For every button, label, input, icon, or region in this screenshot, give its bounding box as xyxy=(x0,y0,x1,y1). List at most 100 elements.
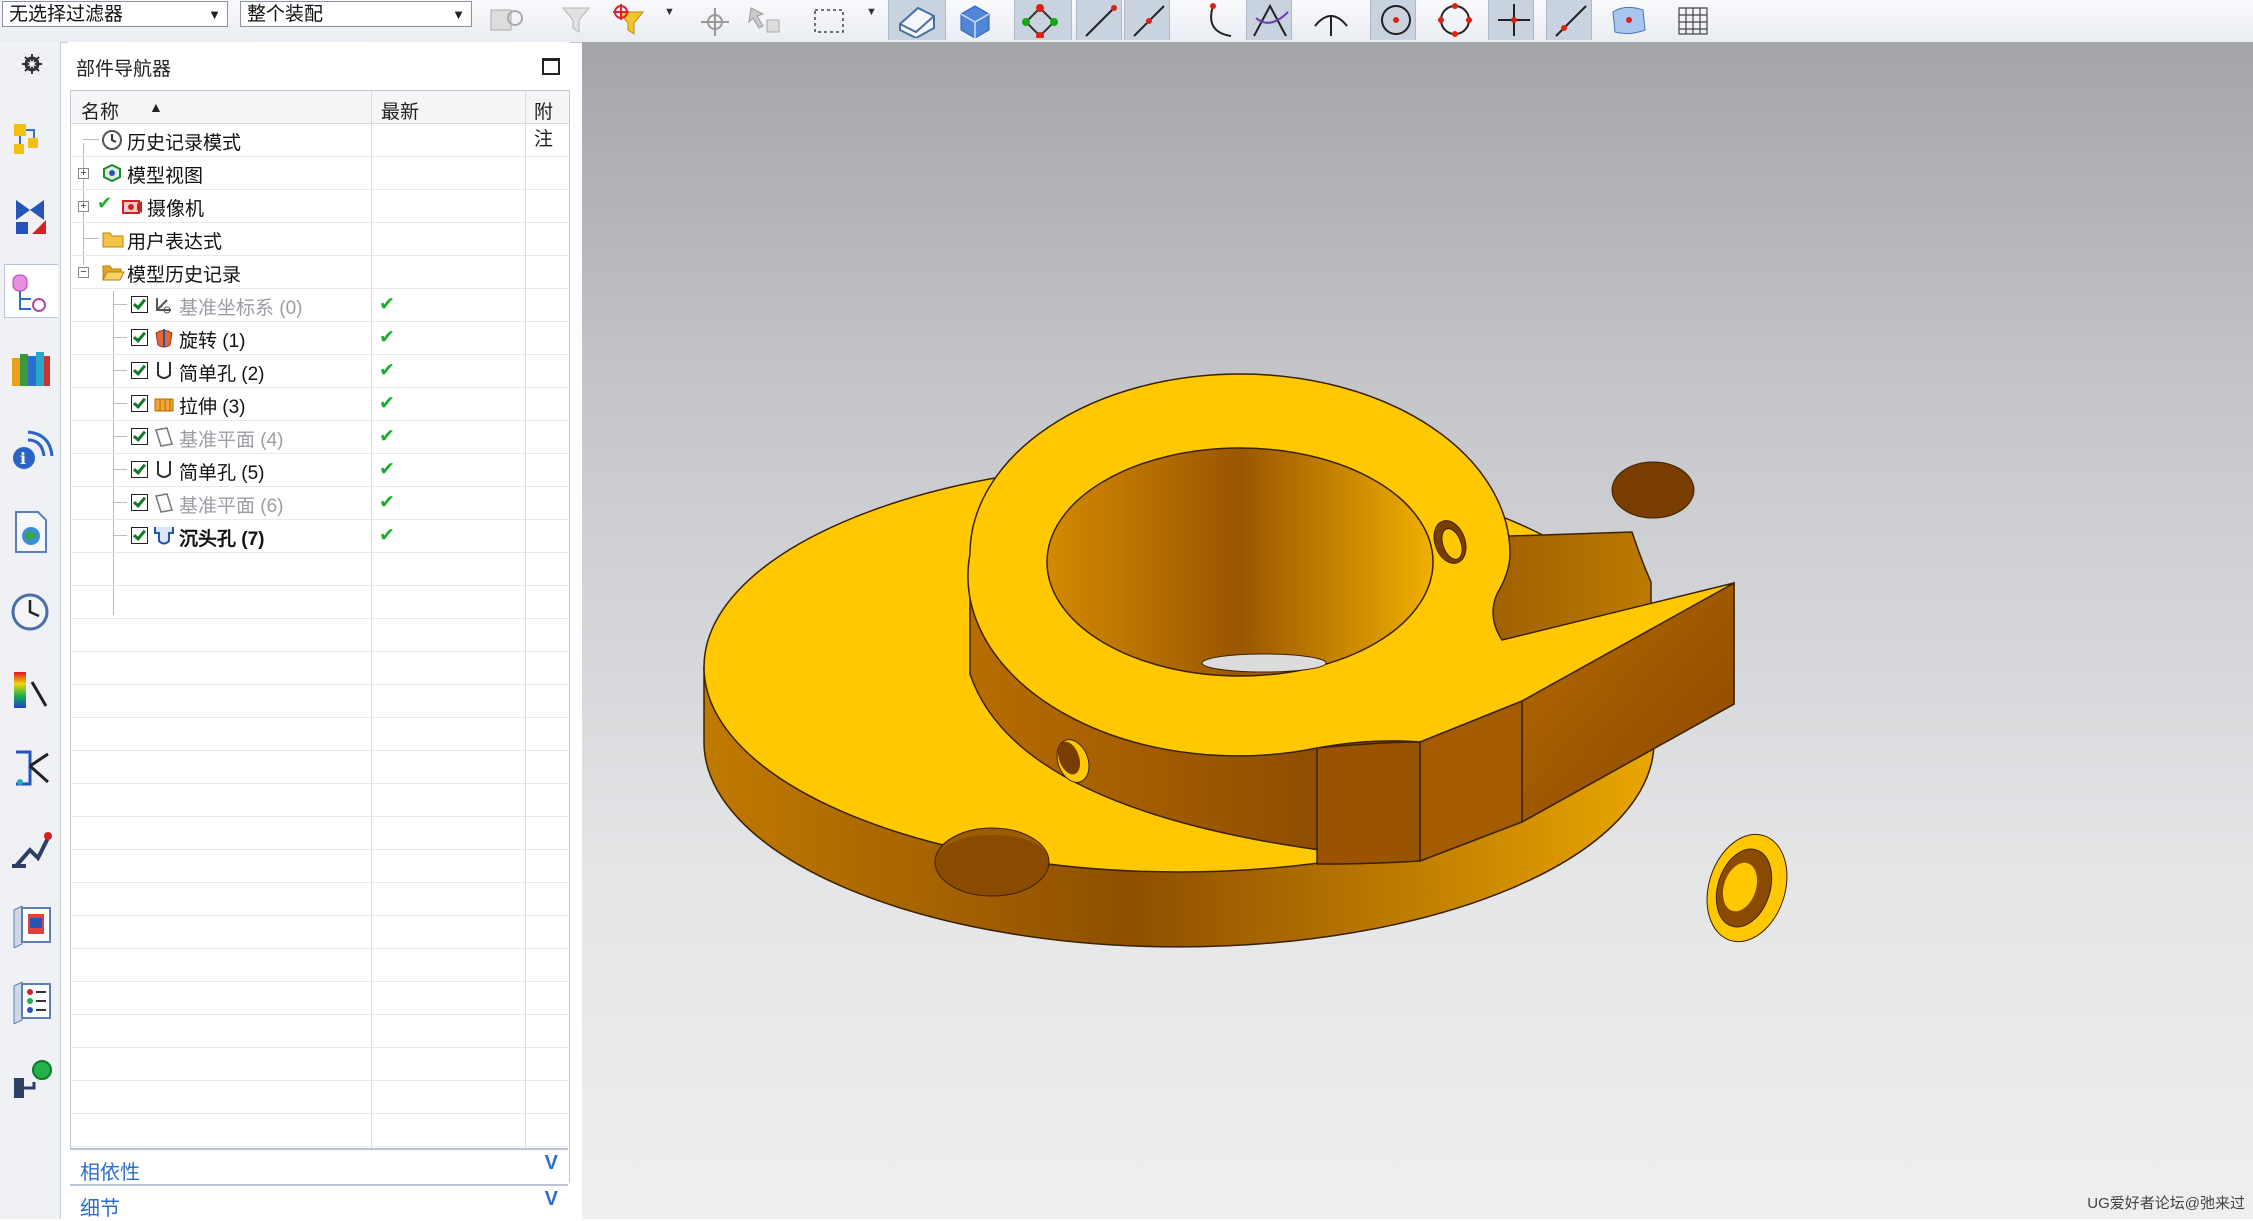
tree-row-label: 旋转 (1) xyxy=(179,331,246,352)
snap-points-button[interactable] xyxy=(1014,0,1072,40)
resource-history[interactable] xyxy=(6,586,54,634)
simple-hole-icon xyxy=(157,362,171,379)
end-point-button[interactable] xyxy=(1076,0,1122,40)
dependencies-panel-header[interactable]: 相依性 V xyxy=(70,1148,568,1184)
feature-checkbox[interactable] xyxy=(131,362,148,379)
filter-funnel-button[interactable] xyxy=(554,0,600,40)
quadrant-point-button[interactable] xyxy=(1430,0,1476,40)
expand-icon[interactable]: + xyxy=(78,201,89,212)
tree-row-history-mode[interactable]: 历史记录模式 xyxy=(71,123,569,157)
history-clock-icon xyxy=(11,593,49,631)
tree-row-model-views[interactable]: + 模型视图 xyxy=(71,156,569,190)
selection-filter-value: 无选择过滤器 xyxy=(9,4,124,25)
tree-row-label: 拉伸 (3) xyxy=(179,397,246,418)
tree-row-label: 简单孔 (5) xyxy=(179,463,265,484)
simple-hole-icon xyxy=(157,461,171,478)
snap-points-icon xyxy=(1022,4,1058,38)
circle-center-button[interactable] xyxy=(1370,0,1416,40)
sort-ascending-icon: ▲ xyxy=(149,99,163,115)
up-to-date-check-icon: ✔ xyxy=(379,525,395,546)
empty-row xyxy=(71,1113,569,1147)
tree-connector xyxy=(83,139,99,140)
tree-row-feature[interactable]: 基准坐标系 (0) ✔ xyxy=(71,288,569,322)
resource-constraint-navigator[interactable] xyxy=(6,192,54,240)
feature-checkbox[interactable] xyxy=(131,329,148,346)
feature-checkbox[interactable] xyxy=(131,428,148,445)
empty-row xyxy=(71,552,569,586)
empty-row xyxy=(71,717,569,751)
resource-web-browser[interactable] xyxy=(6,506,54,554)
tree-row-model-history[interactable]: − 模型历史记录 xyxy=(71,255,569,289)
revolve-icon xyxy=(155,329,173,348)
resource-teamcenter[interactable] xyxy=(6,1054,54,1102)
column-header-name[interactable]: 名称 xyxy=(81,97,119,124)
feature-checkbox[interactable] xyxy=(131,527,148,544)
color-gradient-icon xyxy=(14,672,48,708)
empty-row xyxy=(71,585,569,619)
tree-row-feature[interactable]: 旋转 (1) ✔ xyxy=(71,321,569,355)
shaded-view-button[interactable] xyxy=(950,0,996,40)
collapse-icon[interactable]: − xyxy=(78,267,89,278)
feature-checkbox[interactable] xyxy=(131,461,148,478)
tree-row-feature[interactable]: 沉头孔 (7) ✔ xyxy=(71,519,569,553)
feature-checkbox[interactable] xyxy=(131,395,148,412)
resource-reuse-library[interactable] xyxy=(6,342,54,390)
select-point-button[interactable] xyxy=(690,0,736,40)
tree-row-cameras[interactable]: + ✔ 摄像机 xyxy=(71,189,569,223)
details-panel-header[interactable]: 细节 V xyxy=(70,1184,568,1220)
mid-point-button[interactable] xyxy=(1124,0,1170,40)
existing-point-button[interactable] xyxy=(1488,0,1534,40)
web-document-icon xyxy=(15,511,47,553)
tree-row-feature[interactable]: 简单孔 (2) ✔ xyxy=(71,354,569,388)
empty-row xyxy=(71,1014,569,1048)
tree-row-feature[interactable]: 基准平面 (4) ✔ xyxy=(71,420,569,454)
control-point-button[interactable] xyxy=(1196,0,1242,40)
intersection-point-button[interactable] xyxy=(1246,0,1292,40)
shaded-edges-button[interactable] xyxy=(888,0,946,40)
point-on-curve-button[interactable] xyxy=(1546,0,1592,40)
cross-point-icon xyxy=(1498,4,1530,36)
system-list-icon xyxy=(13,981,51,1024)
point-on-face-button[interactable] xyxy=(1604,0,1650,40)
funnel-icon xyxy=(561,7,591,33)
tree-row-label: 模型历史记录 xyxy=(127,265,242,286)
chevron-down-icon[interactable]: ▼ xyxy=(664,6,675,18)
graphics-window[interactable]: UG爱好者论坛@弛来过 xyxy=(582,42,2253,1219)
selection-scope-dropdown[interactable]: 整个装配 ▼ xyxy=(240,1,472,27)
resource-system-materials[interactable] xyxy=(6,976,54,1024)
grid-snap-button[interactable] xyxy=(1668,0,1714,40)
resource-part-navigator[interactable] xyxy=(4,264,58,318)
resource-roles[interactable] xyxy=(6,900,54,948)
robot-arm-icon xyxy=(12,832,52,868)
assembly-filter-button[interactable] xyxy=(482,0,528,40)
resource-bar-settings[interactable] xyxy=(6,46,54,78)
assembly-navigator-icon xyxy=(14,124,38,154)
flange-part-model[interactable] xyxy=(582,42,2253,1219)
resource-visual-analysis[interactable] xyxy=(6,664,54,712)
feature-checkbox[interactable] xyxy=(131,494,148,511)
rectangle-select-button[interactable] xyxy=(806,0,852,40)
grid-icon xyxy=(1678,7,1708,35)
tree-row-user-expressions[interactable]: 用户表达式 xyxy=(71,222,569,256)
select-feature-button[interactable] xyxy=(740,0,786,40)
connect-globe-icon xyxy=(14,1060,52,1098)
resource-hd3d-tools[interactable]: i xyxy=(6,424,54,472)
midpoint-line-icon xyxy=(1133,5,1165,37)
tree-row-feature[interactable]: 拉伸 (3) ✔ xyxy=(71,387,569,421)
selection-filter-dropdown[interactable]: 无选择过滤器 ▼ xyxy=(2,1,228,27)
maximize-icon[interactable] xyxy=(542,58,560,75)
tree-row-feature[interactable]: 基准平面 (6) ✔ xyxy=(71,486,569,520)
expand-icon[interactable]: + xyxy=(78,168,89,179)
up-to-date-check-icon: ✔ xyxy=(379,426,395,447)
column-header-latest[interactable]: 最新 xyxy=(381,97,419,124)
resource-assembly-navigator[interactable] xyxy=(6,116,54,164)
feature-checkbox[interactable] xyxy=(131,296,148,313)
tree-row-feature[interactable]: 简单孔 (5) ✔ xyxy=(71,453,569,487)
snap-filter-button[interactable] xyxy=(604,0,650,40)
chevron-down-icon[interactable]: ▼ xyxy=(866,6,877,18)
resource-manufacturing-wizard[interactable] xyxy=(6,822,54,870)
arc-center-button[interactable] xyxy=(1306,0,1352,40)
extrude-icon xyxy=(154,398,174,412)
tree-connector xyxy=(113,403,127,404)
resource-process-studio[interactable] xyxy=(6,742,54,790)
